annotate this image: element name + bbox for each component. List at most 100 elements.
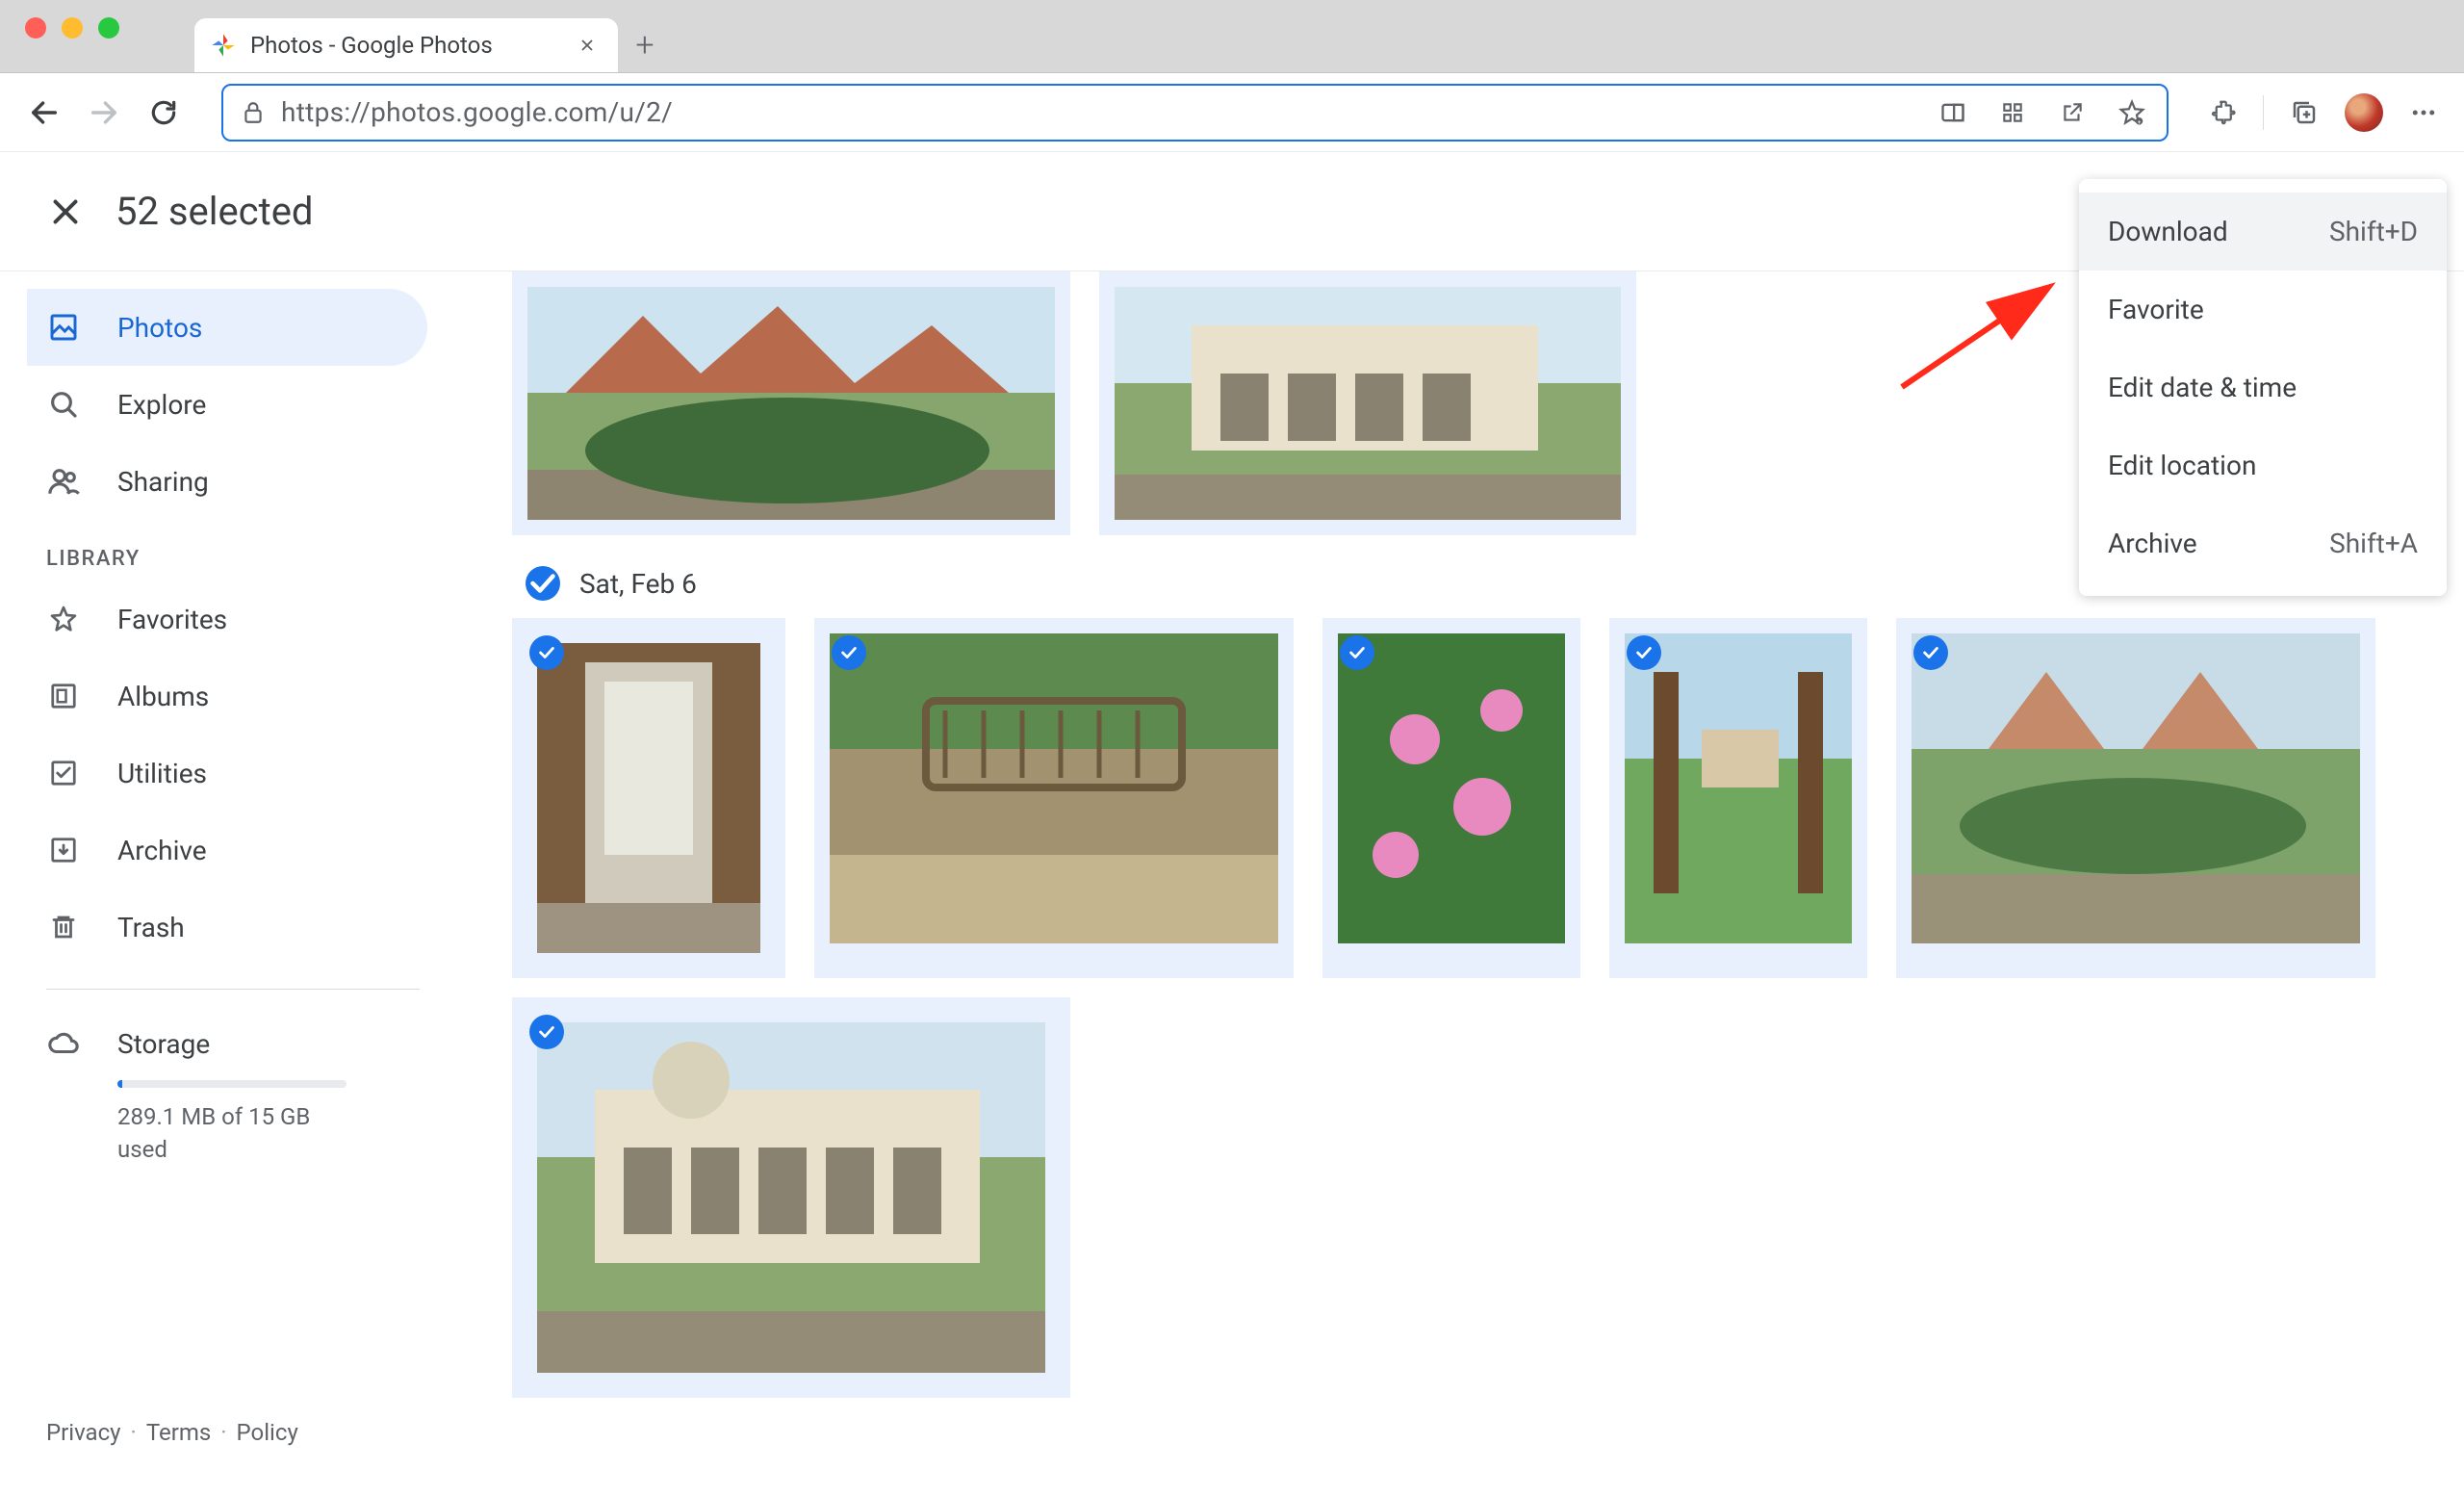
footer-policy-link[interactable]: Policy (237, 1419, 298, 1446)
menu-label: Archive (2108, 528, 2197, 559)
menu-label: Download (2108, 216, 2228, 247)
forward-button[interactable] (83, 91, 125, 134)
sidebar-item-favorites[interactable]: Favorites (27, 580, 427, 658)
menu-shortcut: Shift+D (2329, 216, 2418, 247)
menu-label: Edit location (2108, 450, 2256, 481)
photo-placeholder (1338, 633, 1565, 943)
reload-button[interactable] (142, 91, 185, 134)
date-label: Sat, Feb 6 (579, 568, 697, 600)
more-menu-icon[interactable] (2406, 95, 2441, 130)
address-bar[interactable]: https://photos.google.com/u/2/ + (221, 84, 2169, 142)
menu-label: Edit date & time (2108, 372, 2297, 403)
selection-count: 52 selected (116, 189, 313, 234)
photo-thumbnail[interactable] (1099, 271, 1636, 535)
sidebar-item-label: Albums (117, 681, 209, 712)
profile-avatar[interactable] (2345, 93, 2383, 132)
photo-thumbnail[interactable] (512, 618, 785, 978)
menu-item-download[interactable]: Download Shift+D (2079, 193, 2447, 271)
window-close-button[interactable] (25, 17, 46, 39)
window-maximize-button[interactable] (98, 17, 119, 39)
sidebar: Photos Explore Sharing LIBRARY Favorites… (0, 271, 458, 1496)
sidebar-item-label: Photos (117, 312, 202, 344)
toolbar-divider (2263, 95, 2264, 130)
menu-item-favorite[interactable]: Favorite (2079, 271, 2447, 348)
favorite-star-icon[interactable]: + (2115, 95, 2149, 130)
menu-shortcut: Shift+A (2329, 528, 2418, 559)
checkmark-icon (1913, 635, 1948, 670)
sidebar-item-archive[interactable]: Archive (27, 812, 427, 889)
trash-icon (46, 910, 81, 944)
star-icon (46, 602, 81, 636)
photo-thumbnail[interactable] (512, 271, 1070, 535)
open-external-icon[interactable] (2055, 95, 2090, 130)
sidebar-item-label: Explore (117, 389, 206, 421)
footer-terms-link[interactable]: Terms (146, 1419, 211, 1446)
photo-placeholder (830, 633, 1278, 943)
album-icon (46, 679, 81, 713)
checkmark-icon (529, 635, 564, 670)
sidebar-item-albums[interactable]: Albums (27, 658, 427, 735)
photo-thumbnail[interactable] (1609, 618, 1867, 978)
window-minimize-button[interactable] (62, 17, 83, 39)
menu-item-edit-location[interactable]: Edit location (2079, 426, 2447, 504)
sidebar-item-label: Favorites (117, 604, 227, 635)
cloud-icon (46, 1026, 81, 1061)
storage-label: Storage (117, 1028, 210, 1060)
footer-links: Privacy · Terms · Policy (27, 1419, 458, 1473)
tab-close-button[interactable] (576, 34, 599, 57)
browser-tab-strip: Photos - Google Photos + (0, 0, 2464, 73)
svg-text:+: + (2138, 117, 2142, 125)
browser-tab[interactable]: Photos - Google Photos (194, 18, 618, 72)
photo-placeholder (537, 643, 760, 953)
sidebar-item-sharing[interactable]: Sharing (27, 443, 427, 520)
photo-thumbnail[interactable] (512, 997, 1070, 1398)
sidebar-item-label: Archive (117, 835, 207, 866)
footer-privacy-link[interactable]: Privacy (46, 1419, 121, 1446)
people-icon (46, 464, 81, 499)
sidebar-item-label: Sharing (117, 466, 209, 498)
sidebar-item-utilities[interactable]: Utilities (27, 735, 427, 812)
library-section-label: LIBRARY (27, 520, 458, 580)
checkmark-icon (1627, 635, 1661, 670)
window-controls (0, 17, 144, 39)
sidebar-item-explore[interactable]: Explore (27, 366, 427, 443)
back-button[interactable] (23, 91, 65, 134)
checkmark-icon (1340, 635, 1374, 670)
tab-title: Photos - Google Photos (250, 32, 562, 59)
photo-placeholder (527, 287, 1055, 520)
date-checkmark-icon (526, 566, 560, 601)
menu-item-archive[interactable]: Archive Shift+A (2079, 504, 2447, 582)
photo-placeholder (1912, 633, 2360, 943)
archive-icon (46, 833, 81, 867)
close-selection-button[interactable] (44, 191, 87, 233)
browser-toolbar: https://photos.google.com/u/2/ + (0, 73, 2464, 152)
url-actions: + (1936, 95, 2149, 130)
collections-icon[interactable] (2287, 95, 2322, 130)
context-menu: Download Shift+D Favorite Edit date & ti… (2079, 179, 2447, 596)
sidebar-item-label: Trash (117, 912, 185, 943)
photo-placeholder (537, 1022, 1045, 1373)
tab-favicon-icon (210, 32, 237, 59)
storage-section[interactable]: Storage 289.1 MB of 15 GB used (27, 1013, 458, 1179)
photo-placeholder (1625, 633, 1852, 943)
sidebar-item-label: Utilities (117, 758, 207, 789)
new-tab-button[interactable]: + (618, 18, 672, 72)
storage-progress-bar (117, 1080, 346, 1088)
sidebar-divider (46, 989, 420, 990)
photo-thumbnail[interactable] (1322, 618, 1580, 978)
extensions-icon[interactable] (2205, 95, 2240, 130)
checkmark-icon (529, 1015, 564, 1049)
apps-grid-icon[interactable] (1995, 95, 2030, 130)
image-icon (46, 310, 81, 345)
sidebar-item-trash[interactable]: Trash (27, 889, 427, 966)
toolbar-right (2205, 93, 2441, 132)
url-text: https://photos.google.com/u/2/ (281, 96, 673, 128)
reader-mode-icon[interactable] (1936, 95, 1970, 130)
storage-text: 289.1 MB of 15 GB used (117, 1101, 329, 1166)
sidebar-item-photos[interactable]: Photos (27, 289, 427, 366)
menu-item-edit-date[interactable]: Edit date & time (2079, 348, 2447, 426)
photo-thumbnail[interactable] (1896, 618, 2375, 978)
utilities-icon (46, 756, 81, 790)
photo-placeholder (1115, 287, 1621, 520)
photo-thumbnail[interactable] (814, 618, 1294, 978)
